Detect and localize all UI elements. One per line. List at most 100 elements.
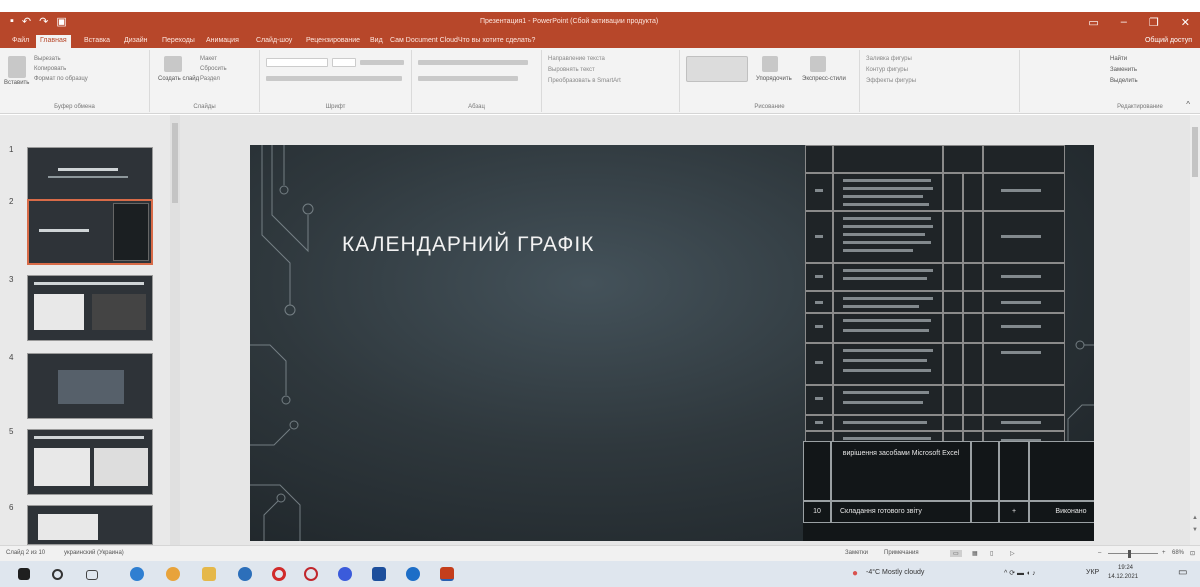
paste-button[interactable]: Вставить xyxy=(4,80,29,86)
thumbnails-scrollbar[interactable] xyxy=(170,115,180,545)
cut-button[interactable]: Вырезать xyxy=(34,56,61,62)
replace-button[interactable]: Заменить xyxy=(1110,67,1137,73)
start-icon[interactable] xyxy=(18,568,30,580)
thumbnail-number: 5 xyxy=(9,427,14,436)
align-buttons[interactable] xyxy=(418,76,518,81)
tab-home[interactable]: Главная xyxy=(36,35,71,48)
slide-title[interactable]: КАЛЕНДАРНИЙ ГРАФІК xyxy=(342,233,594,257)
tab-slideshow[interactable]: Слайд-шоу xyxy=(256,37,292,44)
zoom-slider[interactable] xyxy=(1108,553,1158,554)
table-fragment[interactable]: вирішення засобами Microsoft Excel 10 Ск… xyxy=(803,441,1094,541)
notes-button[interactable]: Заметки xyxy=(845,550,868,556)
font-format-buttons[interactable] xyxy=(266,76,402,81)
reset-button[interactable]: Сбросить xyxy=(200,66,227,72)
align-text-button[interactable]: Выровнять текст xyxy=(548,67,595,73)
viber-icon[interactable] xyxy=(338,567,352,581)
zoom-in-icon[interactable]: + xyxy=(1162,550,1166,556)
save-icon[interactable]: ▪ xyxy=(10,15,14,28)
normal-view-icon[interactable]: ▭ xyxy=(950,550,962,557)
next-slide-icon[interactable]: ▼ xyxy=(1192,527,1198,533)
minimize-icon[interactable]: – xyxy=(1121,16,1127,29)
new-slide-button[interactable]: Создать слайд xyxy=(158,76,199,82)
text-direction-button[interactable]: Направление текста xyxy=(548,56,605,62)
browser-icon[interactable] xyxy=(130,567,144,581)
smartart-button[interactable]: Преобразовать в SmartArt xyxy=(548,78,621,84)
restore-icon[interactable]: ❐ xyxy=(1149,16,1159,29)
quick-styles-button[interactable]: Экспресс-стили xyxy=(802,76,846,82)
section-button[interactable]: Раздел xyxy=(200,76,220,82)
telegram-icon[interactable] xyxy=(406,567,420,581)
weather-text[interactable]: -4°C Mostly cloudy xyxy=(866,569,924,576)
arrange-icon[interactable] xyxy=(762,56,778,72)
powerpoint-icon[interactable] xyxy=(440,567,454,581)
reading-view-icon[interactable]: ▯ xyxy=(990,550,993,557)
current-slide[interactable]: КАЛЕНДАРНИЙ ГРАФІК вирішення засобами Mi… xyxy=(250,145,1094,541)
zoom-slider-handle[interactable] xyxy=(1128,550,1131,558)
format-painter-button[interactable]: Формат по образцу xyxy=(34,76,88,82)
slide-thumbnail-2[interactable] xyxy=(27,199,153,265)
slide-thumbnail-6[interactable] xyxy=(27,505,153,545)
arrange-button[interactable]: Упорядочить xyxy=(756,76,792,82)
app-icon[interactable] xyxy=(238,567,252,581)
schedule-table[interactable] xyxy=(805,145,1065,455)
collapse-ribbon-icon[interactable]: ^ xyxy=(1186,100,1190,109)
language-indicator[interactable]: украинский (Украина) xyxy=(64,550,124,556)
list-buttons[interactable] xyxy=(418,60,528,65)
shape-effects-button[interactable]: Эффекты фигуры xyxy=(866,78,916,84)
word-icon[interactable] xyxy=(372,567,386,581)
layout-button[interactable]: Макет xyxy=(200,56,217,62)
fit-slide-icon[interactable]: ⊡ xyxy=(1190,550,1195,557)
share-button[interactable]: Общий доступ xyxy=(1145,37,1192,44)
editor-scrollbar[interactable]: ▲ ▼ xyxy=(1190,115,1200,545)
font-name-select[interactable] xyxy=(266,58,328,67)
tab-file[interactable]: Файл xyxy=(12,37,29,44)
slide-thumbnail-4[interactable] xyxy=(27,353,153,419)
select-button[interactable]: Выделить xyxy=(1110,78,1138,84)
close-icon[interactable]: ✕ xyxy=(1181,16,1190,29)
comments-button[interactable]: Примечания xyxy=(884,550,919,556)
tab-document-cloud[interactable]: Сам Document Cloud xyxy=(390,37,458,44)
language-indicator-tray[interactable]: УКР xyxy=(1086,569,1099,576)
file-explorer-icon[interactable] xyxy=(202,567,216,581)
tab-transitions[interactable]: Переходы xyxy=(162,37,195,44)
opera-gx-icon[interactable] xyxy=(304,567,318,581)
tray-icons[interactable]: ^ ⟳ ▬ ◖ ♪ xyxy=(1004,569,1036,577)
redo-icon[interactable]: ↷ xyxy=(39,15,48,28)
zoom-level[interactable]: 68% xyxy=(1172,550,1184,556)
clock-date[interactable]: 14.12.2021 xyxy=(1108,574,1138,580)
copy-button[interactable]: Копировать xyxy=(34,66,66,72)
undo-icon[interactable]: ↶ xyxy=(22,15,31,28)
font-size-select[interactable] xyxy=(332,58,356,67)
tab-review[interactable]: Рецензирование xyxy=(306,37,360,44)
tab-animations[interactable]: Анимация xyxy=(206,37,239,44)
font-size-buttons[interactable] xyxy=(360,60,404,65)
tab-view[interactable]: Вид xyxy=(370,37,383,44)
start-slideshow-icon[interactable]: ▣ xyxy=(56,15,66,28)
slide-thumbnail-3[interactable] xyxy=(27,275,153,341)
find-button[interactable]: Найти xyxy=(1110,56,1127,62)
search-icon[interactable] xyxy=(52,569,63,580)
chrome-icon[interactable] xyxy=(166,567,180,581)
status-bar: Слайд 2 из 10 украинский (Украина) Замет… xyxy=(0,545,1200,561)
weather-icon[interactable]: ● xyxy=(852,568,858,579)
opera-icon[interactable] xyxy=(272,567,286,581)
shape-fill-button[interactable]: Заливка фигуры xyxy=(866,56,912,62)
window-title: Презентация1 - PowerPoint (Сбой активаци… xyxy=(480,18,659,25)
quick-styles-icon[interactable] xyxy=(810,56,826,72)
tab-insert[interactable]: Вставка xyxy=(84,37,110,44)
paste-icon[interactable] xyxy=(8,56,26,78)
notifications-icon[interactable]: ▭ xyxy=(1178,567,1187,578)
task-view-icon[interactable] xyxy=(86,570,98,580)
shape-outline-button[interactable]: Контур фигуры xyxy=(866,67,908,73)
previous-slide-icon[interactable]: ▲ xyxy=(1192,515,1198,521)
slideshow-view-icon[interactable]: ▷ xyxy=(1010,550,1015,557)
tell-me-search[interactable]: Что вы хотите сделать? xyxy=(458,37,535,44)
tab-design[interactable]: Дизайн xyxy=(124,37,148,44)
ribbon-display-icon[interactable]: ▭ xyxy=(1088,16,1098,29)
shapes-gallery[interactable] xyxy=(686,56,748,82)
clock-time[interactable]: 19:24 xyxy=(1118,565,1133,571)
slide-sorter-icon[interactable]: ▦ xyxy=(972,550,978,557)
zoom-out-icon[interactable]: – xyxy=(1098,550,1101,556)
slide-thumbnail-5[interactable] xyxy=(27,429,153,495)
new-slide-icon[interactable] xyxy=(164,56,182,72)
